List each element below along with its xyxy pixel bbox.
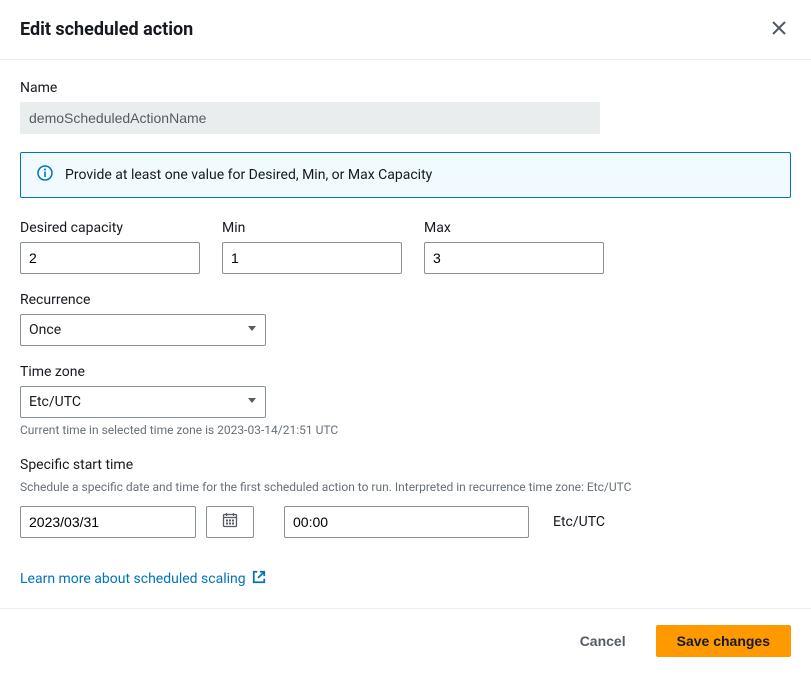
start-time-input[interactable] — [284, 506, 529, 538]
timezone-field-group: Time zone Etc/UTC Current time in select… — [20, 364, 791, 439]
save-button[interactable]: Save changes — [656, 625, 791, 657]
start-date-input[interactable] — [20, 506, 196, 538]
recurrence-select[interactable]: Once — [20, 314, 266, 346]
starttime-row: Etc/UTC — [20, 506, 791, 538]
info-alert: Provide at least one value for Desired, … — [20, 152, 791, 198]
starttime-tz-display: Etc/UTC — [553, 514, 605, 530]
name-field-group: Name — [20, 80, 791, 134]
alert-text: Provide at least one value for Desired, … — [65, 167, 432, 183]
modal-footer: Cancel Save changes — [0, 608, 811, 673]
timezone-helper: Current time in selected time zone is 20… — [20, 422, 791, 439]
close-button[interactable] — [767, 16, 791, 43]
modal-body: Name Provide at least one value for Desi… — [0, 60, 811, 608]
starttime-helper: Schedule a specific date and time for th… — [20, 479, 791, 496]
max-field-group: Max — [424, 220, 604, 274]
desired-input[interactable] — [20, 242, 200, 274]
name-label: Name — [20, 80, 791, 96]
modal-title: Edit scheduled action — [20, 19, 193, 40]
calendar-icon — [222, 512, 238, 531]
recurrence-label: Recurrence — [20, 292, 791, 308]
modal-header: Edit scheduled action — [0, 0, 811, 60]
timezone-label: Time zone — [20, 364, 791, 380]
min-label: Min — [222, 220, 402, 236]
close-icon — [771, 20, 787, 39]
desired-label: Desired capacity — [20, 220, 200, 236]
recurrence-field-group: Recurrence Once — [20, 292, 791, 346]
capacity-row: Desired capacity Min Max — [20, 220, 791, 274]
calendar-button[interactable] — [206, 506, 254, 538]
starttime-label: Specific start time — [20, 457, 791, 473]
learn-more-link[interactable]: Learn more about scheduled scaling — [20, 570, 266, 588]
cancel-button[interactable]: Cancel — [560, 625, 646, 657]
desired-field-group: Desired capacity — [20, 220, 200, 274]
name-input — [20, 102, 600, 134]
learn-more-text: Learn more about scheduled scaling — [20, 571, 246, 587]
recurrence-value: Once — [29, 322, 61, 338]
info-icon — [37, 165, 53, 185]
max-label: Max — [424, 220, 604, 236]
external-link-icon — [252, 570, 266, 588]
min-input[interactable] — [222, 242, 402, 274]
timezone-value: Etc/UTC — [29, 394, 81, 410]
starttime-field-group: Specific start time Schedule a specific … — [20, 457, 791, 538]
timezone-select[interactable]: Etc/UTC — [20, 386, 266, 418]
max-input[interactable] — [424, 242, 604, 274]
min-field-group: Min — [222, 220, 402, 274]
